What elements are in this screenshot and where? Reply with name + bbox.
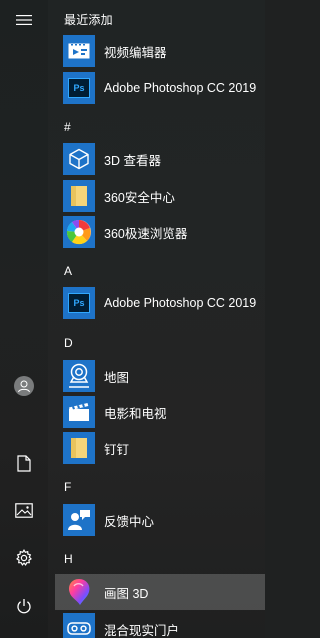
user-icon: [14, 376, 34, 396]
group-header-hash[interactable]: #: [64, 120, 71, 134]
feedback-hub-icon: [63, 504, 95, 536]
group-header-a[interactable]: A: [64, 264, 72, 278]
hamburger-icon: [16, 14, 32, 26]
app-item-photoshop[interactable]: Ps Adobe Photoshop CC 2019: [55, 285, 265, 321]
360-browser-icon: [63, 216, 95, 248]
folder-icon: [63, 180, 95, 212]
app-item-maps[interactable]: 地图: [55, 358, 265, 394]
app-label: 3D 查看器: [104, 153, 161, 168]
app-item-mixed-reality[interactable]: 混合现实门户: [55, 611, 265, 638]
app-label: 地图: [104, 370, 130, 385]
app-label: Adobe Photoshop CC 2019: [104, 296, 257, 310]
start-menu: 最近添加 视频编辑器 Ps Adobe Photoshop CC 2019 # …: [0, 0, 265, 638]
pictures-button[interactable]: [0, 490, 48, 530]
recently-added-header: 最近添加: [64, 13, 113, 27]
app-label: 钉钉: [104, 442, 130, 457]
app-item-photoshop-recent[interactable]: Ps Adobe Photoshop CC 2019: [55, 70, 265, 106]
power-icon: [16, 598, 32, 615]
documents-button[interactable]: [0, 443, 48, 483]
paint-3d-icon: [63, 576, 95, 608]
mixed-reality-icon: [63, 613, 95, 638]
3d-viewer-icon: [63, 143, 95, 175]
app-label: 视频编辑器: [104, 45, 167, 60]
folder-icon: [63, 432, 95, 464]
app-item-360-security[interactable]: 360安全中心: [55, 178, 265, 214]
group-header-d[interactable]: D: [64, 336, 73, 350]
movies-tv-icon: [63, 396, 95, 428]
expand-menu-button[interactable]: [0, 0, 48, 40]
app-item-feedback-hub[interactable]: 反馈中心: [55, 502, 265, 538]
app-item-3d-viewer[interactable]: 3D 查看器: [55, 141, 265, 177]
group-header-h[interactable]: H: [64, 552, 73, 566]
video-editor-icon: [63, 35, 95, 67]
app-label: 360极速浏览器: [104, 226, 188, 241]
power-button[interactable]: [0, 586, 48, 626]
document-icon: [17, 454, 31, 472]
picture-icon: [15, 502, 33, 518]
app-label: 混合现实门户: [104, 623, 180, 638]
app-label: 画图 3D: [104, 586, 149, 601]
photoshop-icon: Ps: [63, 72, 95, 104]
gear-icon: [15, 549, 33, 567]
app-list: 最近添加 视频编辑器 Ps Adobe Photoshop CC 2019 # …: [55, 0, 265, 638]
app-label: 360安全中心: [104, 190, 175, 205]
app-item-paint-3d[interactable]: 画图 3D: [55, 574, 265, 610]
settings-button[interactable]: [0, 538, 48, 578]
app-item-video-editor[interactable]: 视频编辑器: [55, 33, 265, 69]
app-item-movies-tv[interactable]: 电影和电视: [55, 394, 265, 430]
app-item-360-browser[interactable]: 360极速浏览器: [55, 214, 265, 250]
app-label: 反馈中心: [104, 514, 155, 529]
app-label: 电影和电视: [104, 406, 167, 421]
photoshop-icon: Ps: [63, 287, 95, 319]
group-header-f[interactable]: F: [64, 480, 72, 494]
user-account-button[interactable]: [0, 366, 48, 406]
maps-icon: [63, 360, 95, 392]
app-item-dingtalk[interactable]: 钉钉: [55, 430, 265, 466]
start-rail: [0, 0, 48, 638]
app-label: Adobe Photoshop CC 2019: [104, 81, 257, 95]
